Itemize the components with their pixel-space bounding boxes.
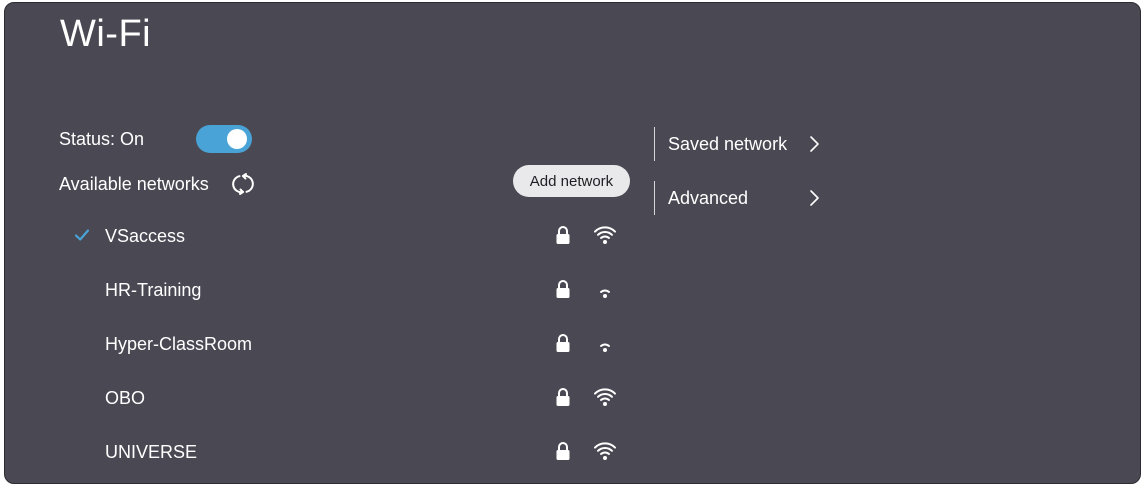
network-row[interactable]: VSaccess (5, 209, 645, 263)
network-list: VSaccess HR-Training Hyper-ClassRoom OBO UNI… (5, 209, 645, 479)
page-title: Wi-Fi (60, 13, 152, 55)
wifi-settings-screen: Wi-Fi Status: On Available networks Add … (4, 2, 1141, 484)
network-name: UNIVERSE (105, 442, 198, 462)
wifi-signal-icon (593, 333, 617, 353)
toggle-knob (227, 129, 247, 149)
wifi-signal-icon (593, 225, 617, 245)
network-row[interactable]: Hyper-ClassRoom (5, 317, 645, 371)
network-name: OBO (105, 388, 146, 408)
network-row[interactable]: OBO (5, 371, 645, 425)
menu-item-label: Advanced (668, 187, 749, 208)
chevron-right-icon (808, 135, 820, 153)
lock-icon (555, 333, 571, 353)
wifi-signal-icon (593, 387, 617, 407)
lock-icon (555, 441, 571, 461)
available-networks-row: Available networks (59, 167, 255, 201)
status-label: Status: On (59, 128, 145, 149)
lock-icon (555, 225, 571, 245)
add-network-button[interactable]: Add network (513, 165, 630, 197)
network-name: VSaccess (105, 226, 186, 246)
chevron-right-icon (808, 189, 820, 207)
menu-item-advanced[interactable]: Advanced (654, 181, 855, 215)
right-menu: Saved network Advanced (654, 127, 855, 235)
wifi-toggle[interactable] (196, 125, 252, 153)
available-networks-label: Available networks (59, 173, 209, 194)
wifi-signal-icon (593, 441, 617, 461)
lock-icon (555, 279, 571, 299)
check-icon (73, 226, 91, 244)
network-name: Hyper-ClassRoom (105, 334, 253, 354)
network-row[interactable]: UNIVERSE (5, 425, 645, 479)
lock-icon (555, 387, 571, 407)
status-row: Status: On (59, 121, 252, 157)
network-row[interactable]: HR-Training (5, 263, 645, 317)
menu-item-label: Saved network (668, 133, 788, 154)
wifi-signal-icon (593, 279, 617, 299)
menu-item-saved-network[interactable]: Saved network (654, 127, 855, 161)
refresh-icon[interactable] (231, 172, 255, 196)
network-name: HR-Training (105, 280, 202, 300)
